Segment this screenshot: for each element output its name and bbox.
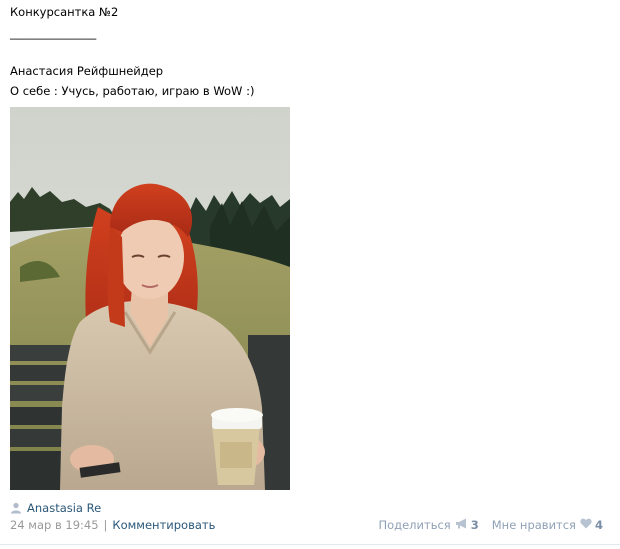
- author-link[interactable]: Anastasia Re: [27, 501, 101, 515]
- comment-link[interactable]: Комментировать: [112, 518, 215, 532]
- meta-separator: |: [103, 518, 108, 532]
- like-button[interactable]: Мне нравится 4: [492, 518, 603, 532]
- share-button[interactable]: Поделиться 3: [378, 518, 478, 532]
- divider-text: _______________: [10, 26, 97, 40]
- post-title: Конкурсантка №2: [10, 5, 119, 19]
- share-count: 3: [470, 518, 479, 532]
- heart-icon: [580, 518, 592, 532]
- megaphone-icon: [455, 518, 468, 532]
- about-text: О себе : Учусь, работаю, играю в WoW :): [10, 84, 255, 98]
- wall-post: Конкурсантка №2 _______________ Анастаси…: [0, 0, 620, 549]
- post-date: 24 мар в 19:45: [10, 518, 99, 532]
- photo-image: [10, 107, 290, 490]
- post-bottom-divider: [0, 544, 620, 545]
- like-label: Мне нравится: [491, 518, 576, 532]
- post-photo[interactable]: [10, 107, 290, 490]
- contestant-name: Анастасия Рейфшнейдер: [10, 64, 164, 78]
- user-icon: [10, 502, 22, 514]
- like-count: 4: [594, 518, 603, 532]
- post-meta: 24 мар в 19:45 | Комментировать: [10, 518, 215, 532]
- post-author: Anastasia Re: [10, 500, 101, 516]
- post-actions: Поделиться 3 Мне нравится 4: [378, 518, 603, 532]
- share-label: Поделиться: [378, 518, 451, 532]
